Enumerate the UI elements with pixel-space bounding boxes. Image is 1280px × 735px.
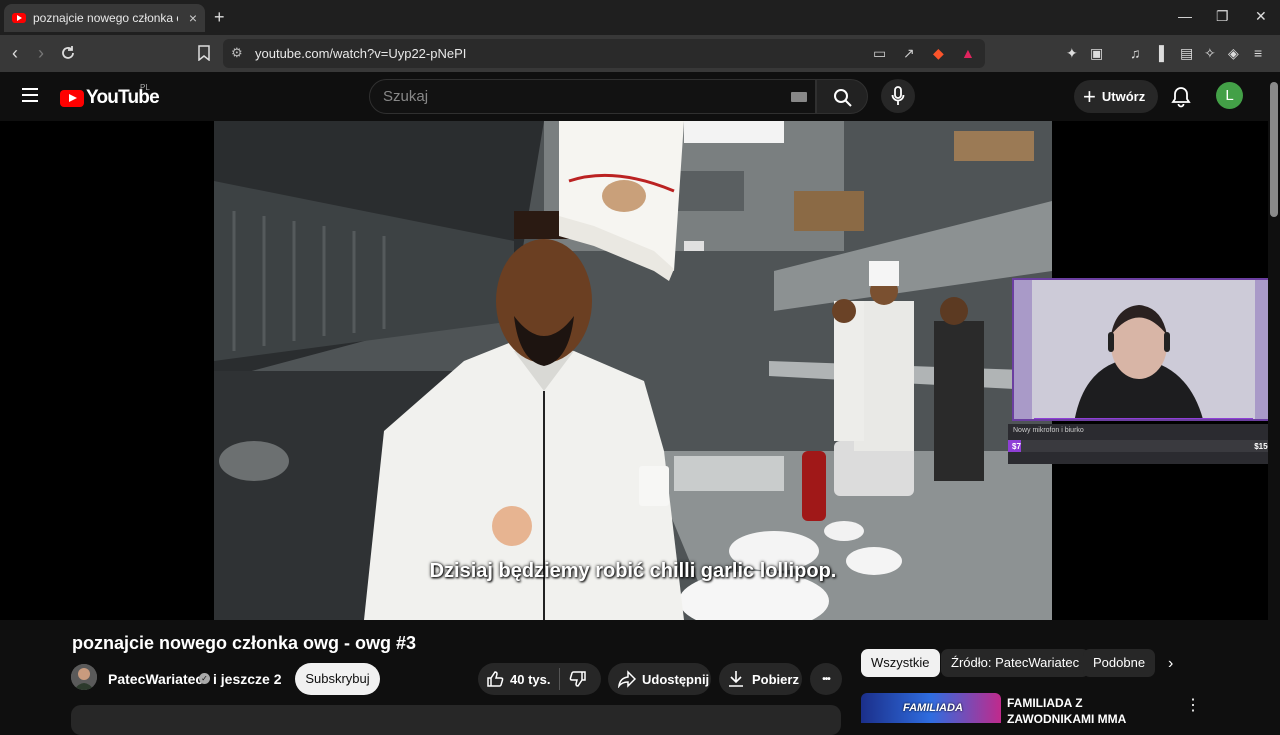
search-icon <box>834 89 852 107</box>
download-button[interactable]: Pobierz <box>719 663 802 695</box>
collaborators-label[interactable]: i jeszcze 2 <box>213 671 282 687</box>
cast-icon[interactable]: ▭ <box>873 45 886 62</box>
share-icon[interactable]: ↗ <box>903 45 915 62</box>
youtube-play-icon <box>60 89 84 107</box>
country-code: PL <box>140 83 150 92</box>
leo-ai-icon[interactable]: ✧ <box>1204 45 1216 62</box>
channel-avatar-image <box>71 664 97 690</box>
chip-all[interactable]: Wszystkie <box>861 649 940 677</box>
donation-current: $7 <box>1012 442 1021 451</box>
channel-name[interactable]: PatecWariatec <box>108 671 203 687</box>
bookmark-icon[interactable] <box>198 45 210 61</box>
like-dislike-group: 40 tys. <box>478 663 601 695</box>
forward-icon[interactable]: › <box>38 43 44 64</box>
video-subtitle: Dzisiaj będziemy robić chilli garlic lol… <box>429 560 837 582</box>
more-actions-button[interactable]: ••• <box>810 663 842 695</box>
extensions-icon[interactable]: ✦ <box>1066 45 1078 62</box>
search-box <box>369 79 816 114</box>
like-count[interactable]: 40 tys. <box>510 672 550 687</box>
verified-badge-icon: ✓ <box>199 673 210 684</box>
youtube-logo[interactable]: YouTube PL <box>60 83 160 109</box>
thumbnail-text: FAMILIADA <box>903 702 963 714</box>
brave-rewards-icon[interactable]: ▲ <box>961 45 975 61</box>
page-scrollbar[interactable] <box>1268 72 1280 720</box>
address-bar[interactable]: ⚙ youtube.com/watch?v=Uyp22-pNePI ▭ ↗ ◆ … <box>223 39 985 68</box>
notifications-bell-icon[interactable] <box>1171 86 1191 108</box>
share-label: Udostępnij <box>642 671 710 687</box>
sidebar-toggle-icon[interactable]: ▐ <box>1154 45 1164 61</box>
donation-goal-widget: Nowy mikrofon i biurko $7 $150 <box>1008 424 1268 464</box>
donation-target: $150 <box>1254 442 1268 451</box>
window-close-button[interactable]: ✕ <box>1255 8 1267 25</box>
scrollbar-thumb[interactable] <box>1270 82 1278 217</box>
chip-related[interactable]: Podobne <box>1083 649 1156 677</box>
webcam-person <box>1014 280 1268 419</box>
maximize-button[interactable]: ❐ <box>1216 8 1229 25</box>
create-button[interactable]: + Utwórz <box>1074 80 1158 113</box>
tab-close-icon[interactable]: × <box>189 10 197 26</box>
channel-avatar[interactable] <box>71 664 97 690</box>
new-tab-button[interactable]: + <box>214 7 225 28</box>
search-input[interactable] <box>383 88 763 105</box>
reload-icon[interactable] <box>60 45 76 61</box>
youtube-favicon-icon <box>12 13 26 23</box>
search-button[interactable] <box>816 79 868 114</box>
voice-search-button[interactable] <box>881 79 915 113</box>
back-icon[interactable]: ‹ <box>12 43 18 64</box>
url-text[interactable]: youtube.com/watch?v=Uyp22-pNePI <box>255 46 466 61</box>
browser-toolbar: ‹ › ⚙ youtube.com/watch?v=Uyp22-pNePI ▭ … <box>0 35 1280 72</box>
like-divider <box>559 668 561 690</box>
youtube-header: YouTube PL + Utwórz L <box>0 72 1268 121</box>
wallet-icon[interactable]: ▤ <box>1180 45 1193 62</box>
recommendation-menu-icon[interactable]: ⋮ <box>1185 695 1201 715</box>
music-icon[interactable]: ♫ <box>1130 45 1141 61</box>
mic-icon <box>891 86 905 105</box>
video-player[interactable]: Dzisiaj będziemy robić chilli garlic lol… <box>0 121 1268 620</box>
recommendation-title[interactable]: FAMILIADA Z ZAWODNIKAMI MMA <box>1007 695 1167 727</box>
donation-progress-bar: $7 $150 <box>1008 440 1268 452</box>
browser-tab[interactable]: poznajcie nowego członka owg × <box>4 4 205 32</box>
guide-menu-icon[interactable] <box>22 88 38 102</box>
download-icon <box>729 671 743 687</box>
donation-goal-title: Nowy mikrofon i biurko <box>1013 427 1084 434</box>
create-label: Utwórz <box>1101 89 1146 104</box>
share-button[interactable]: Udostępnij <box>608 663 711 695</box>
site-settings-icon[interactable]: ⚙ <box>231 45 243 61</box>
vpn-icon[interactable]: ◈ <box>1228 45 1239 62</box>
minimize-button[interactable]: — <box>1178 8 1192 24</box>
chip-source[interactable]: Źródło: PatecWariatec <box>941 649 1090 677</box>
dislike-icon[interactable] <box>569 670 587 688</box>
recommendation-thumbnail[interactable]: FAMILIADA <box>861 693 1001 723</box>
chevron-right-icon[interactable]: › <box>1168 655 1173 673</box>
account-avatar[interactable]: L <box>1216 82 1243 109</box>
description-box[interactable] <box>71 705 841 735</box>
streamer-webcam-overlay <box>1012 278 1268 421</box>
keyboard-icon[interactable] <box>791 92 807 102</box>
plus-icon: + <box>1083 83 1096 109</box>
kitchen-scene <box>214 121 1052 620</box>
download-label: Pobierz <box>752 671 799 687</box>
tab-title: poznajcie nowego członka owg <box>33 11 178 25</box>
reader-icon[interactable]: ▣ <box>1090 45 1103 62</box>
share-arrow-icon <box>617 670 637 688</box>
video-frame[interactable]: Dzisiaj będziemy robić chilli garlic lol… <box>214 121 1052 620</box>
menu-icon[interactable]: ≡ <box>1254 45 1262 61</box>
brave-shields-icon[interactable]: ◆ <box>933 45 944 62</box>
like-icon[interactable] <box>486 670 504 688</box>
video-title: poznajcie nowego członka owg - owg #3 <box>72 633 417 653</box>
browser-tab-bar: poznajcie nowego członka owg × + — ❐ ✕ <box>0 0 1280 35</box>
subscribe-button[interactable]: Subskrybuj <box>295 663 380 695</box>
